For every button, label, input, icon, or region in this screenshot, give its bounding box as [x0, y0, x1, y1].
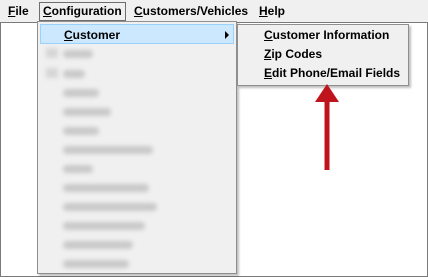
blurred-menu-item[interactable]: [63, 260, 129, 268]
blurred-menu-item[interactable]: [63, 127, 99, 135]
submenu-item-zip-codes[interactable]: Zip Codes: [264, 45, 322, 63]
blurred-menu-item[interactable]: [63, 146, 153, 154]
up-arrow-annotation-icon: [315, 84, 339, 170]
menu-help[interactable]: Help: [256, 3, 288, 20]
blurred-menu-item[interactable]: [63, 70, 85, 78]
menu-customers-vehicles[interactable]: Customers/Vehicles: [131, 3, 251, 20]
menu-item-customer[interactable]: Customer: [40, 24, 234, 44]
blurred-menu-item[interactable]: [63, 50, 93, 58]
blurred-menu-item[interactable]: [63, 241, 133, 249]
submenu-item-customer-information[interactable]: Customer Information: [264, 26, 389, 44]
blurred-icon: [46, 68, 58, 78]
blurred-menu-item[interactable]: [63, 108, 111, 116]
submenu-arrow-icon: [225, 31, 229, 39]
blurred-menu-item[interactable]: [63, 89, 99, 97]
customer-submenu: Customer Information Zip Codes Edit Phon…: [237, 24, 409, 86]
menu-configuration[interactable]: Configuration: [39, 2, 126, 21]
submenu-item-edit-phone-email-fields[interactable]: Edit Phone/Email Fields: [264, 64, 400, 82]
blurred-menu-item[interactable]: [63, 222, 145, 230]
blurred-menu-item[interactable]: [63, 184, 149, 192]
arrow-head: [315, 84, 339, 102]
blurred-menu-item[interactable]: [63, 203, 157, 211]
menu-bar: File Configuration Customers/Vehicles He…: [0, 0, 428, 22]
blurred-menu-item[interactable]: [63, 165, 93, 173]
blurred-icon: [46, 48, 58, 58]
menu-file[interactable]: File: [5, 3, 32, 20]
configuration-dropdown: Customer: [37, 21, 237, 274]
menu-item-customer-label: Customer: [64, 28, 121, 42]
